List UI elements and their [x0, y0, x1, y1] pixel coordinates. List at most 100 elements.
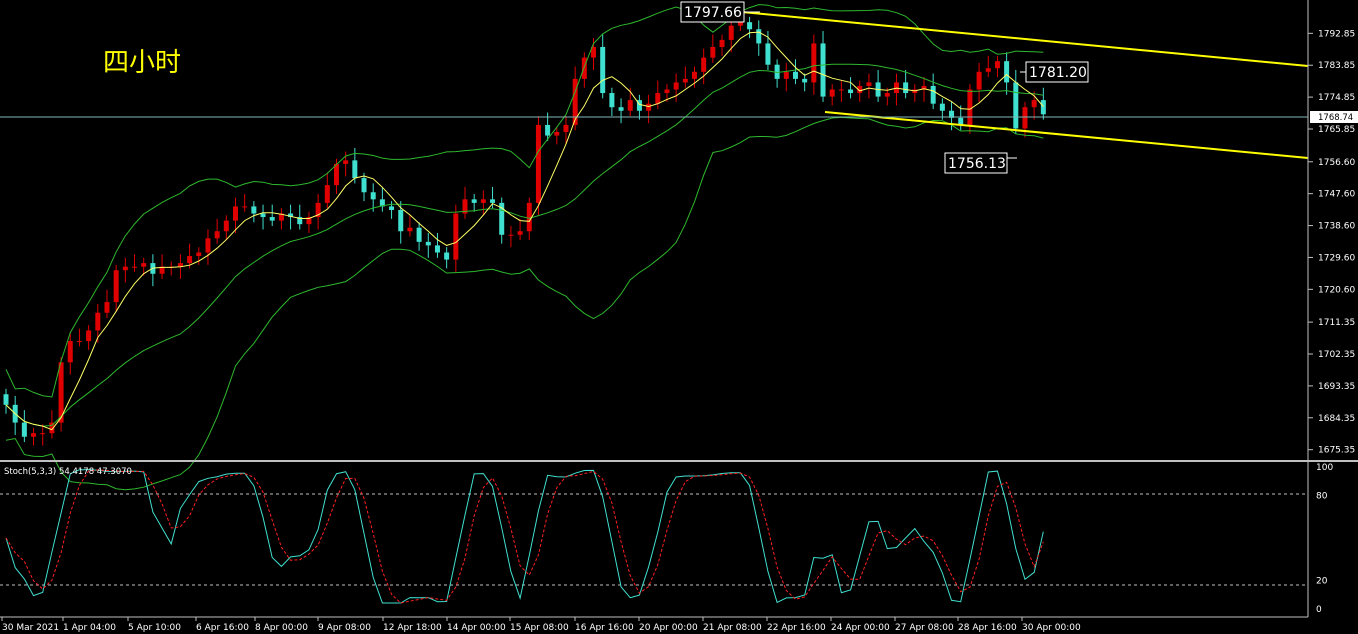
upper-trendline [741, 11, 1309, 67]
stochastic-panel: 100 80 20 0 [0, 462, 1333, 617]
candle-body [600, 46, 606, 94]
price-tick-label: 1693.35 [1318, 382, 1355, 392]
price-tick-label: 1738.60 [1318, 222, 1355, 232]
candle-body [205, 238, 211, 253]
candle-body [141, 263, 147, 267]
candle-body [618, 107, 624, 111]
bollinger-lower [5, 116, 1044, 491]
price-tick-label: 1720.60 [1318, 285, 1355, 295]
candle-body [682, 78, 688, 83]
time-tick-label: 14 Apr 00:00 [447, 623, 506, 633]
candle-body [214, 231, 220, 239]
candle-body [994, 61, 1000, 69]
candle-body [609, 93, 615, 108]
candle-body [627, 100, 633, 111]
candle-body [792, 71, 798, 79]
stoch-tick-label: 80 [1316, 491, 1328, 501]
candle-body [471, 199, 477, 203]
time-tick-label: 27 Apr 08:00 [895, 623, 954, 633]
candle-body [196, 252, 202, 257]
candle-body [490, 199, 496, 203]
candle-body [655, 93, 661, 104]
candle-body [434, 245, 440, 253]
candle-body [517, 231, 523, 235]
low-label: 1756.13 [948, 156, 1006, 172]
lower-trendline [824, 111, 1309, 159]
candle-body [269, 217, 275, 221]
candle-body [554, 132, 560, 136]
high-label: 1797.66 [684, 5, 742, 21]
candle-body [1004, 61, 1010, 83]
candle-body [710, 46, 716, 58]
candle-body [425, 241, 431, 246]
candle-body [692, 71, 697, 79]
time-tick-label: 20 Apr 00:00 [639, 623, 698, 633]
stoch-tick-label: 0 [1316, 605, 1322, 615]
candle-body [783, 71, 789, 79]
candle-body [1022, 107, 1028, 129]
candle-body [508, 234, 514, 236]
timeframe-title: 四小时 [103, 48, 181, 78]
stoch-tick-label: 20 [1316, 577, 1328, 587]
time-tick-label: 5 Apr 10:00 [128, 623, 181, 633]
candle-body [664, 89, 670, 94]
candle-body [747, 22, 753, 30]
price-tick-label: 1675.35 [1318, 446, 1355, 456]
candle-body [811, 43, 817, 83]
stoch-signal-line [5, 469, 1044, 604]
candle-body [104, 302, 110, 313]
price-axis: 1792.85 1783.85 1774.85 1765.85 1756.60 1747.… [1307, 0, 1355, 460]
candle-body [453, 213, 459, 260]
candle-body [95, 312, 101, 331]
candle-body [21, 422, 27, 437]
candle-body [545, 124, 551, 136]
time-tick-label: 1 Apr 04:00 [63, 623, 116, 633]
time-tick-label: 15 Apr 08:00 [510, 623, 569, 633]
candle-body [829, 89, 835, 97]
candle-body [242, 206, 248, 208]
time-tick-label: 30 Apr 00:00 [1022, 623, 1081, 633]
candle-body [132, 266, 138, 268]
candle-body [324, 185, 330, 203]
stoch-tick-label: 100 [1316, 463, 1333, 473]
price-tick-label: 1783.85 [1318, 61, 1355, 71]
candle-body [765, 43, 771, 65]
candle-body [701, 57, 707, 72]
candle-body [260, 213, 266, 218]
price-tick-label: 1756.60 [1318, 158, 1355, 168]
candle-body [848, 89, 854, 94]
time-tick-label: 22 Apr 16:00 [767, 623, 826, 633]
candle-body [67, 341, 73, 363]
candle-body [389, 206, 395, 210]
candle-body [967, 89, 973, 125]
price-tick-label: 1729.60 [1318, 253, 1355, 263]
candle-body [581, 57, 587, 79]
current-price-label: 1768.74 [1318, 113, 1353, 123]
candle-body [31, 433, 37, 437]
candle-body [728, 25, 734, 40]
candle-body [3, 394, 9, 405]
candle-body [1031, 100, 1037, 108]
candle-body [40, 433, 46, 435]
time-axis: 30 Mar 2021 1 Apr 04:00 5 Apr 10:00 6 Apr 1… [1, 617, 1081, 633]
time-tick-label: 8 Apr 00:00 [255, 623, 308, 633]
candle-body [526, 202, 532, 232]
candle-body [370, 192, 376, 200]
candle-body [884, 93, 890, 97]
candle-body [343, 160, 349, 164]
candle-body [333, 163, 339, 186]
candle-body [673, 82, 679, 90]
candle-body [939, 103, 945, 111]
time-tick-label: 9 Apr 08:00 [318, 623, 371, 633]
candle-body [646, 103, 652, 111]
price-tick-label: 1702.35 [1318, 350, 1355, 360]
candle-body [398, 209, 404, 232]
candle-body [223, 220, 229, 232]
candle-body [535, 124, 541, 203]
time-tick-label: 21 Apr 08:00 [703, 623, 762, 633]
candle-body [1040, 100, 1046, 115]
candle-body [416, 227, 422, 242]
stoch-label: Stoch(5,3,3) 54.4178 47.3070 [4, 467, 132, 477]
time-tick-label: 30 Mar 2021 [2, 623, 59, 633]
candle-body [444, 252, 450, 260]
